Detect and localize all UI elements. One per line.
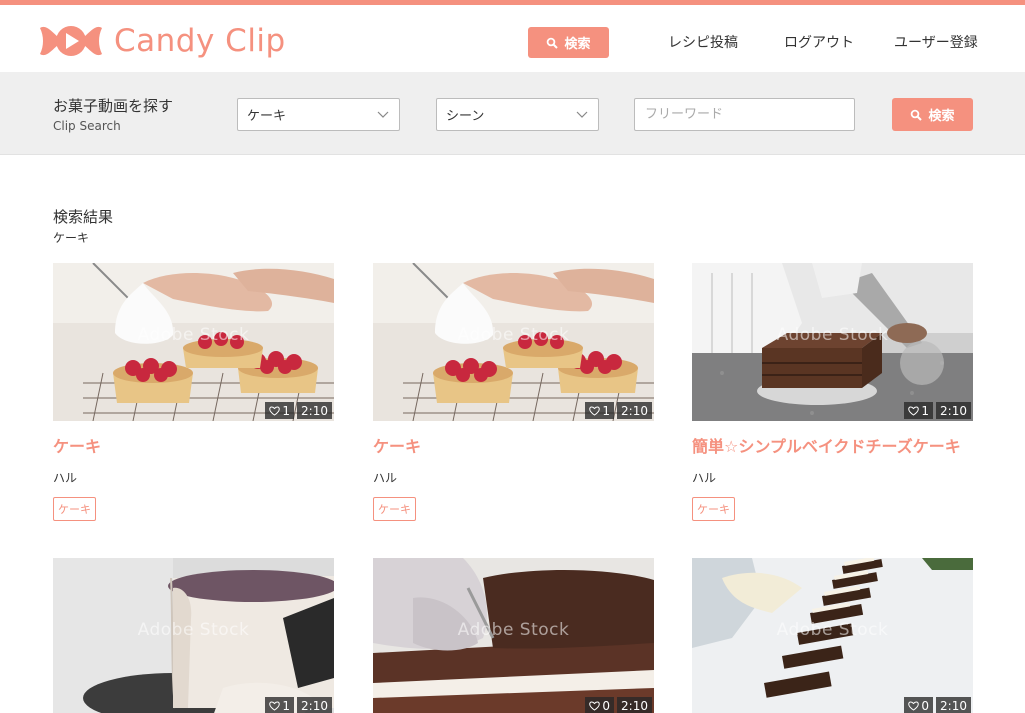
likes-badge: 1 xyxy=(585,402,615,419)
nav-logout[interactable]: ログアウト xyxy=(784,32,854,52)
duration-badge: 2:10 xyxy=(297,697,332,713)
likes-badge: 0 xyxy=(585,697,615,713)
video-thumbnail[interactable]: Adobe Stock 0 2:10 xyxy=(692,558,973,713)
video-card: Adobe Stock 1 2:10 ケーキ ハル ケーキ xyxy=(53,263,334,521)
header-search-label: 検索 xyxy=(564,37,591,52)
likes-count: 0 xyxy=(602,698,611,713)
chocolate-cake-video-image xyxy=(692,263,973,421)
video-badges: 1 2:10 xyxy=(585,402,652,419)
search-submit-button[interactable]: 検索 xyxy=(892,98,973,131)
video-thumbnail[interactable]: Adobe Stock 1 2:10 xyxy=(692,263,973,421)
chevron-down-icon xyxy=(576,111,588,118)
nav-user-register[interactable]: ユーザー登録 xyxy=(894,32,978,52)
search-submit-label: 検索 xyxy=(928,109,955,124)
video-badges: 0 2:10 xyxy=(585,697,652,713)
duration-badge: 2:10 xyxy=(936,697,971,713)
video-tag[interactable]: ケーキ xyxy=(692,497,735,521)
nav-post-recipe[interactable]: レシピ投稿 xyxy=(668,32,738,52)
video-card: Adobe Stock 1 2:10 xyxy=(53,558,334,713)
video-author: ハル xyxy=(692,471,717,485)
site-header: Candy Clip 検索 レシピ投稿 ログアウト ユーザー登録 xyxy=(0,5,1025,72)
chevron-down-icon xyxy=(377,111,389,118)
clip-search-bar: お菓子動画を探す Clip Search ケーキ シーン 検索 xyxy=(0,72,1025,155)
duration-badge: 2:10 xyxy=(617,402,652,419)
duration-badge: 2:10 xyxy=(617,697,652,713)
candy-logo-icon xyxy=(40,26,102,56)
video-card: Adobe Stock 1 2:10 簡単☆シンプルベイクドチーズケーキ ハル … xyxy=(692,263,973,521)
likes-count: 1 xyxy=(282,698,291,713)
likes-count: 1 xyxy=(282,403,291,418)
search-icon xyxy=(911,109,923,121)
category-select-value: ケーキ xyxy=(247,109,287,124)
header-search-button[interactable]: 検索 xyxy=(528,27,609,58)
logo-text: Candy Clip xyxy=(114,23,286,59)
video-card: Adobe Stock 1 2:10 ケーキ ハル ケーキ xyxy=(373,263,654,521)
tart-video-image xyxy=(53,263,334,421)
video-title[interactable]: ケーキ xyxy=(373,433,654,457)
video-thumbnail[interactable]: Adobe Stock 0 2:10 xyxy=(373,558,654,713)
video-thumbnail[interactable]: Adobe Stock 1 2:10 xyxy=(53,558,334,713)
heart-icon xyxy=(908,406,920,416)
heart-icon xyxy=(589,406,601,416)
category-select[interactable]: ケーキ xyxy=(237,98,400,131)
video-badges: 1 2:10 xyxy=(265,697,332,713)
video-card: Adobe Stock 0 2:10 xyxy=(373,558,654,713)
results-title: 検索結果 xyxy=(53,208,114,226)
logo[interactable]: Candy Clip xyxy=(38,22,286,60)
likes-count: 1 xyxy=(921,403,930,418)
duration-badge: 2:10 xyxy=(936,402,971,419)
search-icon xyxy=(547,37,559,49)
heart-icon xyxy=(908,701,920,711)
video-thumbnail[interactable]: Adobe Stock 1 2:10 xyxy=(373,263,654,421)
video-author: ハル xyxy=(53,471,78,485)
bars-video-image xyxy=(692,558,973,713)
heart-icon xyxy=(269,701,281,711)
likes-count: 1 xyxy=(602,403,611,418)
video-card: Adobe Stock 0 2:10 xyxy=(692,558,973,713)
likes-count: 0 xyxy=(921,698,930,713)
heart-icon xyxy=(269,406,281,416)
search-title: お菓子動画を探す xyxy=(53,97,174,115)
results-query: ケーキ xyxy=(53,231,90,245)
likes-badge: 1 xyxy=(904,402,934,419)
likes-badge: 0 xyxy=(904,697,934,713)
cream-cake-video-image xyxy=(53,558,334,713)
duration-badge: 2:10 xyxy=(297,402,332,419)
tart-video-image xyxy=(373,263,654,421)
likes-badge: 1 xyxy=(265,402,295,419)
scene-select-value: シーン xyxy=(446,109,485,124)
video-author: ハル xyxy=(373,471,398,485)
video-badges: 1 2:10 xyxy=(904,402,971,419)
video-tag[interactable]: ケーキ xyxy=(53,497,96,521)
video-thumbnail[interactable]: Adobe Stock 1 2:10 xyxy=(53,263,334,421)
scene-select[interactable]: シーン xyxy=(436,98,599,131)
video-title[interactable]: ケーキ xyxy=(53,433,334,457)
likes-badge: 1 xyxy=(265,697,295,713)
video-badges: 0 2:10 xyxy=(904,697,971,713)
sponge-cut-video-image xyxy=(373,558,654,713)
video-badges: 1 2:10 xyxy=(265,402,332,419)
heart-icon xyxy=(589,701,601,711)
video-tag[interactable]: ケーキ xyxy=(373,497,416,521)
video-title[interactable]: 簡単☆シンプルベイクドチーズケーキ xyxy=(692,433,973,457)
freeword-input[interactable] xyxy=(634,98,855,131)
search-subtitle: Clip Search xyxy=(53,119,121,133)
